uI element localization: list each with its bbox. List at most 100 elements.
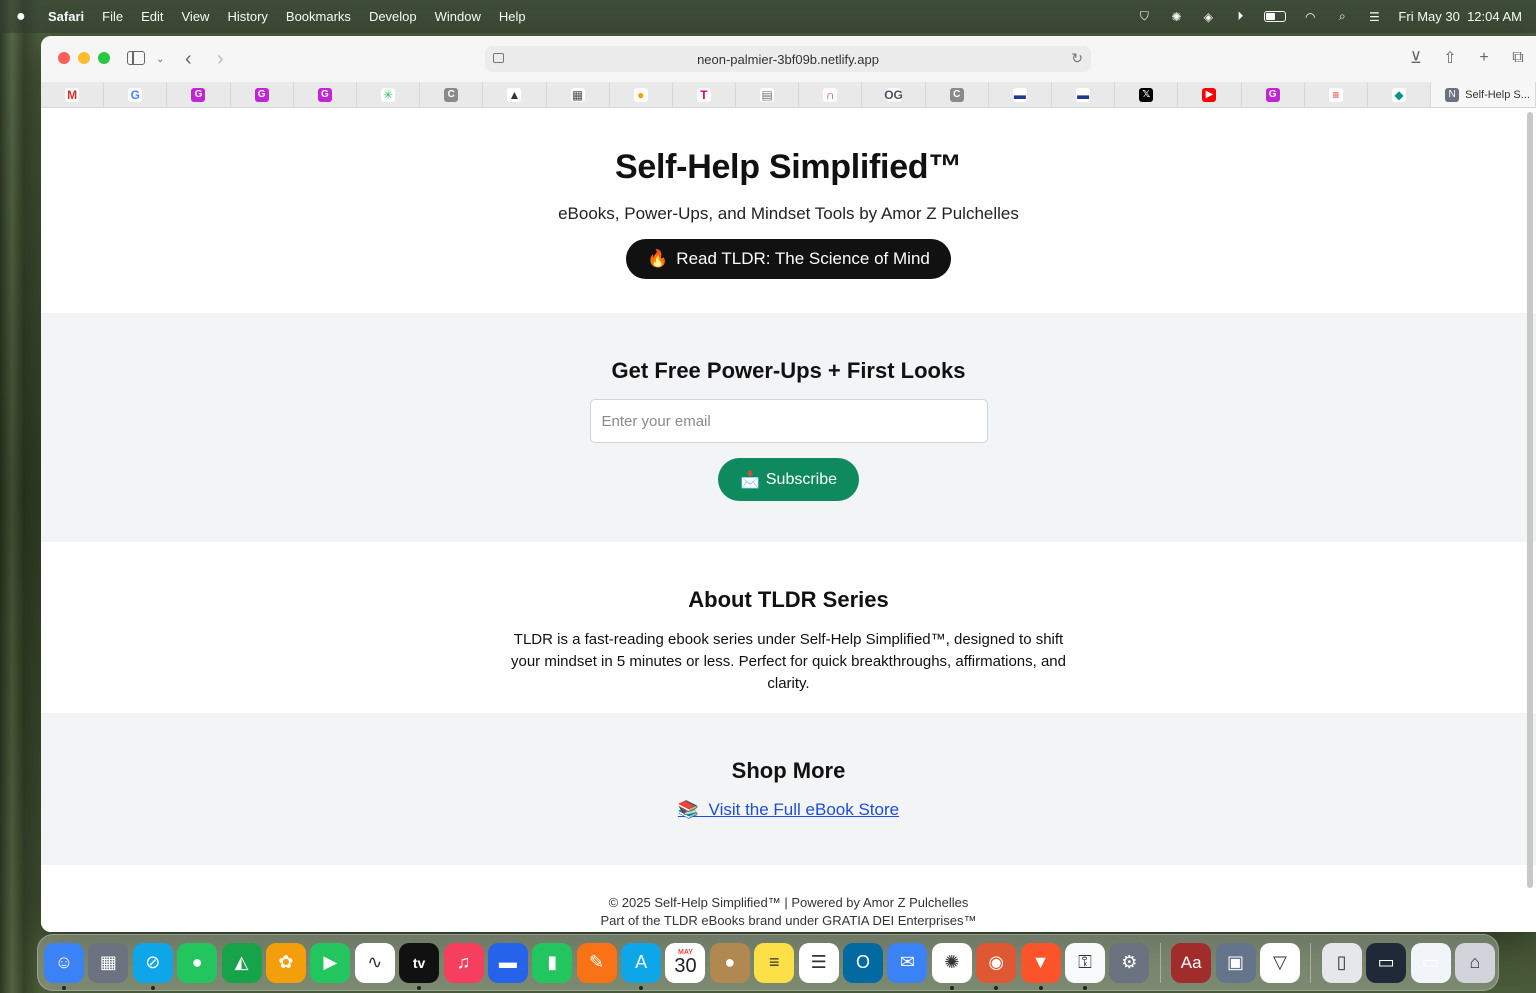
menu-develop[interactable]: Develop [369, 9, 417, 24]
address-bar[interactable]: neon-palmier-3bf09b.netlify.app ↻ [485, 46, 1091, 72]
reminders-icon[interactable]: ☰ [798, 942, 839, 983]
document-icon[interactable]: ▯ [1321, 942, 1362, 983]
grammarly-g-icon: G [317, 87, 332, 102]
launchpad-icon[interactable]: ▦ [88, 942, 129, 983]
favorite-tab[interactable]: T [673, 82, 737, 107]
close-window-button[interactable] [58, 52, 70, 64]
screenshot-window-icon[interactable]: ▭ [1366, 942, 1407, 983]
favorite-tab[interactable]: G [294, 82, 357, 107]
menu-edit[interactable]: Edit [141, 9, 163, 24]
keynote-icon[interactable]: ▬ [487, 942, 528, 983]
music-icon[interactable]: ♫ [443, 942, 484, 983]
menu-app-name[interactable]: Safari [48, 9, 84, 24]
favorite-tab[interactable]: ∩ [799, 82, 863, 107]
app-store-icon[interactable]: A [621, 942, 662, 990]
tab-self-help[interactable]: N Self-Help S... [1431, 82, 1536, 107]
x-twitter-icon: 𝕏 [1139, 87, 1154, 102]
maximize-window-button[interactable] [98, 52, 110, 64]
tab-overview-icon[interactable]: ⧉ [1510, 48, 1526, 68]
reload-icon[interactable]: ↻ [1071, 50, 1083, 67]
photos-icon[interactable]: ✿ [265, 942, 306, 983]
play-icon[interactable]: ⏵ [1232, 9, 1248, 25]
duckduckgo-icon[interactable]: ◉ [976, 942, 1017, 990]
favorite-tab[interactable]: 𝕏 [1115, 82, 1179, 107]
shop-section: Shop More 📚 Visit the Full eBook Store [41, 713, 1536, 865]
favorite-tab[interactable]: G [167, 82, 231, 107]
safari-icon[interactable]: ⊘ [132, 942, 173, 990]
pages-icon[interactable]: ✎ [576, 942, 617, 983]
brave-icon[interactable]: ▼ [1020, 942, 1061, 990]
passwords-icon[interactable]: ⚿ [1064, 942, 1105, 990]
freeform-icon[interactable]: ∿ [354, 942, 395, 983]
favorite-tab[interactable]: ▬ [989, 82, 1052, 107]
footer-brand: Part of the TLDR eBooks brand under GRAT… [600, 913, 977, 928]
forward-icon[interactable]: › [217, 48, 224, 70]
messages-icon[interactable]: ● [177, 942, 218, 983]
favorite-tab[interactable]: ● [610, 82, 673, 107]
screenshot-window-icon[interactable]: ▭ [1410, 942, 1451, 983]
favorite-tab[interactable]: ◆ [1368, 82, 1432, 107]
trash-icon[interactable]: ⌂ [1454, 942, 1495, 983]
favorite-tab[interactable]: ✳ [357, 82, 421, 107]
favorite-tab[interactable]: M [41, 82, 105, 107]
clock[interactable]: Fri May 30 12:04 AM [1398, 9, 1522, 24]
mail-icon[interactable]: ✉ [887, 942, 928, 983]
flag-icon: ▬ [1076, 87, 1091, 102]
site-settings-icon[interactable] [493, 53, 504, 63]
finder-icon[interactable]: ☺ [44, 942, 84, 990]
back-icon[interactable]: ‹ [185, 48, 192, 70]
calendar-icon[interactable]: MAY 30 [665, 942, 706, 983]
contacts-icon[interactable]: ● [709, 942, 750, 983]
favorite-tab[interactable]: G [104, 82, 168, 107]
favorite-tab[interactable]: ▬ [1052, 82, 1116, 107]
favorite-tab[interactable]: G [231, 82, 294, 107]
battery-icon[interactable] [1264, 11, 1287, 22]
favorite-tab[interactable]: OG [862, 82, 926, 107]
menu-history[interactable]: History [227, 9, 267, 24]
new-tab-icon[interactable]: + [1476, 48, 1492, 68]
outlook-icon[interactable]: O [843, 942, 884, 983]
favorite-tab[interactable]: G [1242, 82, 1305, 107]
menu-bookmarks[interactable]: Bookmarks [286, 9, 351, 24]
chatgpt-icon[interactable]: ✺ [931, 942, 972, 990]
ebook-store-link[interactable]: 📚 Visit the Full eBook Store [678, 800, 899, 820]
menu-file[interactable]: File [102, 9, 123, 24]
notes-icon[interactable]: ≡ [754, 942, 795, 983]
subscribe-button[interactable]: 📩 Subscribe [717, 458, 860, 501]
wifi-icon[interactable]: ◠ [1302, 9, 1318, 25]
apple-logo-icon[interactable]: ● [16, 8, 36, 26]
palm-tree-icon: ✳ [381, 87, 396, 102]
layers-icon[interactable]: ◈ [1200, 9, 1216, 25]
chevron-down-icon[interactable]: ⌄ [156, 48, 164, 70]
favorite-tab[interactable]: ▦ [547, 82, 610, 107]
favorite-tab[interactable]: C [926, 82, 989, 107]
dictionary-icon[interactable]: Aa [1171, 942, 1212, 983]
control-center-icon[interactable]: ☰ [1366, 9, 1382, 25]
minimize-window-button[interactable] [78, 52, 90, 64]
favorite-tab[interactable]: C [420, 82, 484, 107]
menu-view[interactable]: View [182, 9, 210, 24]
apple-tv-icon[interactable]: tv [399, 942, 440, 990]
maps-icon[interactable]: ◭ [221, 942, 262, 983]
proton-vpn-icon[interactable]: ▽ [1259, 942, 1300, 983]
email-field[interactable] [589, 399, 988, 443]
running-indicator [994, 985, 999, 990]
favorite-tab[interactable]: ▲ [483, 82, 547, 107]
sidebar-toggle-icon[interactable] [127, 51, 145, 65]
vpn-icon[interactable]: ⛉ [1136, 9, 1152, 25]
read-tldr-button[interactable]: 🔥 Read TLDR: The Science of Mind [626, 239, 951, 279]
downloads-icon[interactable]: ⊻ [1408, 48, 1424, 68]
preview-icon[interactable]: ▣ [1215, 942, 1256, 983]
spotlight-search-icon[interactable]: ⌕ [1334, 9, 1350, 25]
page-scrollbar[interactable] [1527, 112, 1533, 888]
system-settings-icon[interactable]: ⚙ [1109, 942, 1150, 983]
menu-help[interactable]: Help [499, 9, 526, 24]
favorite-tab[interactable]: ▶ [1178, 82, 1242, 107]
favorite-tab[interactable]: ▤ [736, 82, 800, 107]
facetime-icon[interactable]: ▶ [310, 942, 351, 983]
favorite-tab[interactable]: ≡ [1305, 82, 1368, 107]
numbers-icon[interactable]: ▮ [532, 942, 573, 983]
share-icon[interactable]: ⇧ [1442, 48, 1458, 68]
menu-window[interactable]: Window [435, 9, 481, 24]
chatgpt-icon[interactable]: ✺ [1168, 9, 1184, 25]
